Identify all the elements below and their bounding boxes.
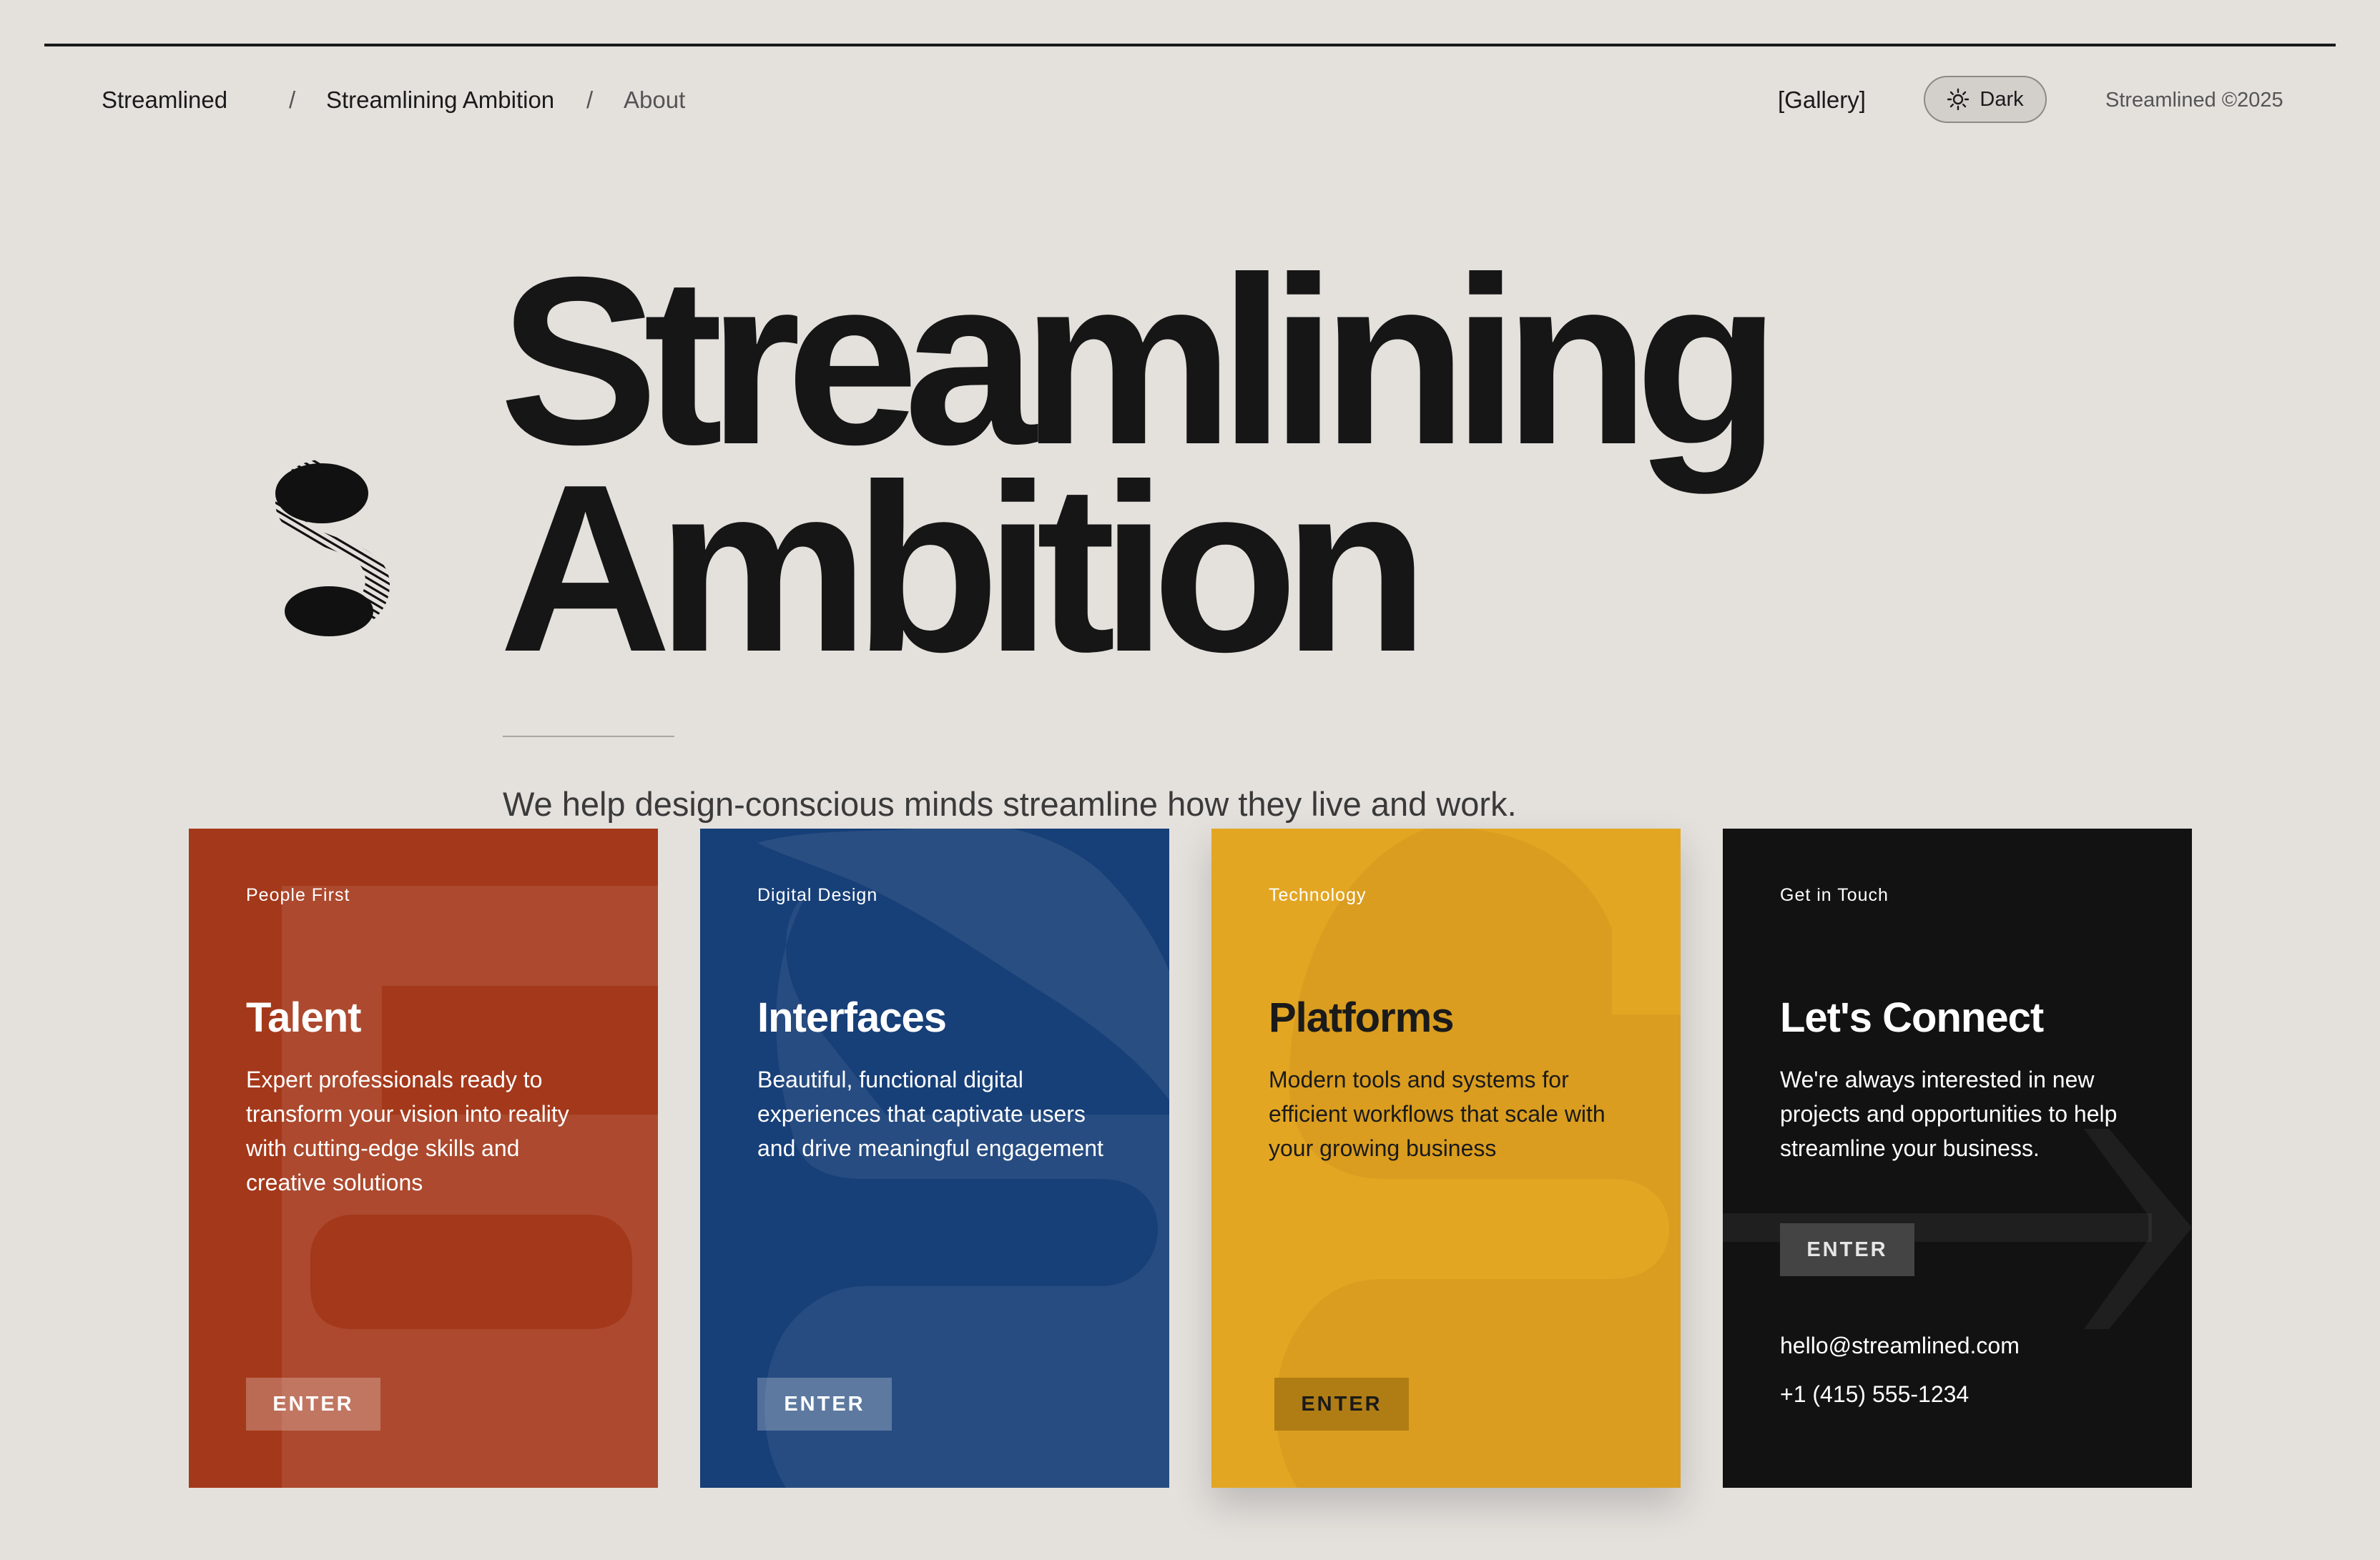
theme-toggle-label: Dark	[1980, 87, 2024, 111]
card-kicker: People First	[246, 885, 350, 905]
theme-toggle-button[interactable]: Dark	[1924, 76, 2047, 123]
card-title: Platforms	[1269, 994, 1455, 1041]
card-description: We're always interested in new projects …	[1780, 1067, 2118, 1161]
hero-tagline: We help design-conscious minds streamlin…	[503, 785, 1517, 823]
card-title: Interfaces	[757, 994, 947, 1041]
hero-title-line-2: Ambition	[499, 435, 1429, 701]
streamlined-s-logo-icon	[275, 458, 390, 636]
hero-title: Streamlining Ambition	[499, 227, 1781, 701]
gallery-link[interactable]: [Gallery]	[1778, 86, 1866, 114]
card-description: Beautiful, functional digital experience…	[757, 1067, 1103, 1161]
breadcrumb-about-link[interactable]: About	[624, 86, 685, 114]
brand-link[interactable]: Streamlined	[102, 86, 227, 114]
card-talent[interactable]: People First Talent Expert professionals…	[189, 829, 658, 1488]
card-kicker: Digital Design	[757, 885, 878, 905]
breadcrumb-current[interactable]: Streamlining Ambition	[326, 86, 554, 114]
card-interfaces[interactable]: Digital Design Interfaces Beautiful, fun…	[700, 829, 1169, 1488]
copyright-text: Streamlined ©2025	[2105, 89, 2283, 112]
card-kicker: Get in Touch	[1780, 885, 1889, 905]
breadcrumb-separator: /	[289, 87, 296, 113]
card-platforms[interactable]: Technology Platforms Modern tools and sy…	[1211, 829, 1681, 1488]
enter-button[interactable]: ENTER	[757, 1378, 892, 1431]
enter-button[interactable]: ENTER	[1274, 1378, 1409, 1431]
enter-button[interactable]: ENTER	[1780, 1223, 1914, 1276]
card-description: Expert professionals ready to transform …	[246, 1067, 569, 1195]
hero-title-line-1: Streamlining	[499, 227, 1781, 494]
contact-email-link[interactable]: hello@streamlined.com	[1780, 1331, 2020, 1360]
card-title: Talent	[246, 994, 361, 1041]
card-contact[interactable]: Get in Touch Let's Connect We're always …	[1723, 829, 2192, 1488]
breadcrumb-separator: /	[586, 87, 594, 113]
contact-phone-link[interactable]: +1 (415) 555-1234	[1780, 1380, 1969, 1408]
header: Streamlined / Streamlining Ambition / Ab…	[0, 0, 2380, 143]
card-title: Let's Connect	[1780, 994, 2044, 1041]
hero-divider	[503, 736, 674, 737]
card-kicker: Technology	[1269, 885, 1367, 905]
card-description: Modern tools and systems for efficient w…	[1269, 1067, 1605, 1161]
enter-button[interactable]: ENTER	[246, 1378, 380, 1431]
sun-icon	[1947, 88, 1970, 111]
